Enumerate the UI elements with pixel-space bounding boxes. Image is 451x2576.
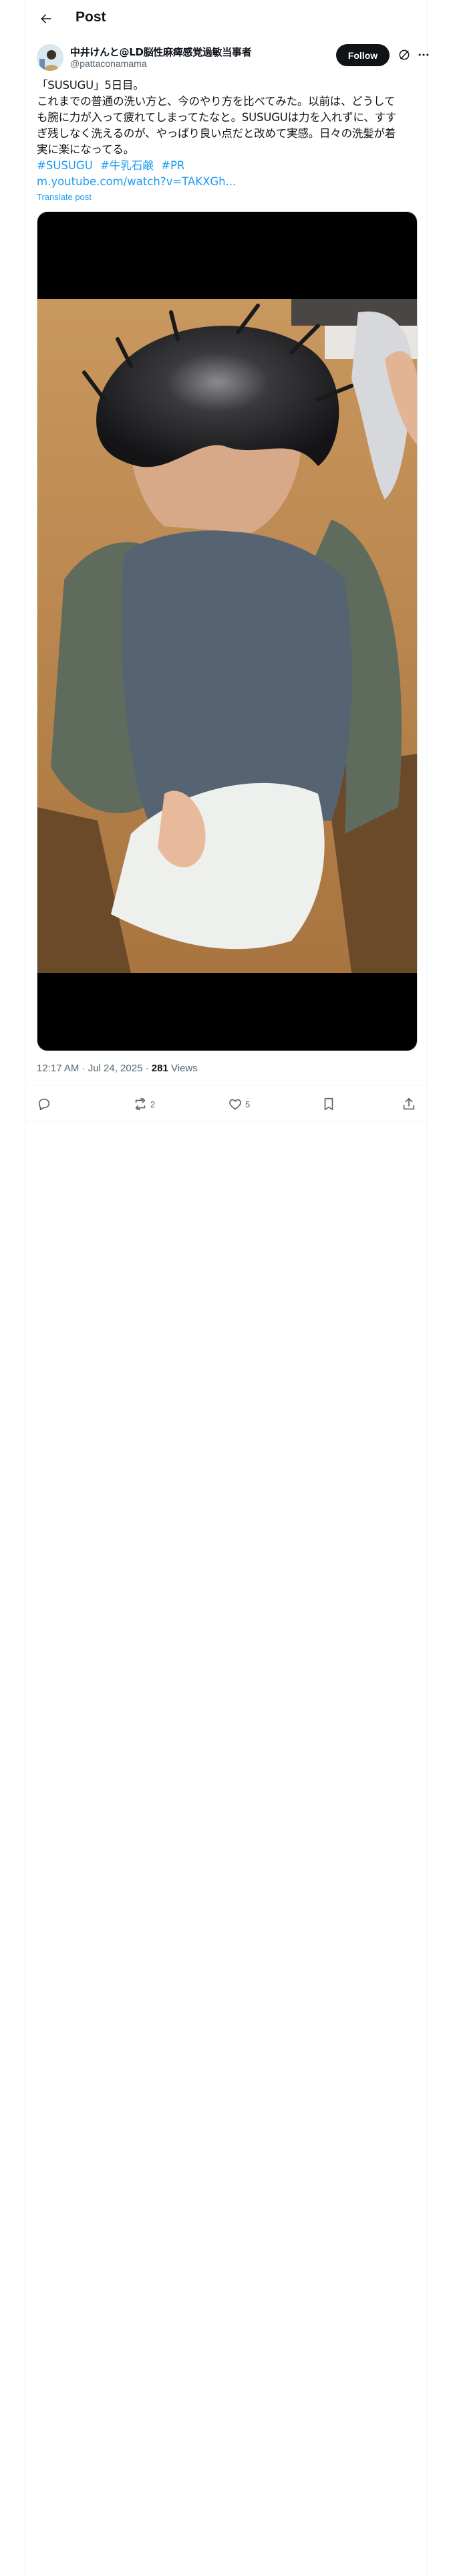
- hashtag-link[interactable]: #牛乳石鹸: [100, 159, 154, 172]
- tweet-line: 実に楽になってる。: [37, 143, 134, 156]
- action-bar: 2 5: [26, 1085, 427, 1122]
- grok-button[interactable]: [398, 48, 411, 62]
- like-count: 5: [245, 1099, 251, 1109]
- views-label: Views: [168, 1063, 198, 1074]
- bookmark-icon: [324, 1097, 333, 1111]
- repost-count: 2: [150, 1099, 156, 1109]
- back-button[interactable]: [34, 7, 58, 31]
- more-button[interactable]: [416, 48, 431, 62]
- tweet-line: 「SUSUGU」5日目。: [37, 79, 144, 92]
- hashtag-row: #SUSUGU #牛乳石鹸 #PR: [37, 158, 188, 174]
- repost-button[interactable]: 2: [133, 1096, 155, 1112]
- heart-icon: [229, 1099, 241, 1110]
- video-frame-image: [37, 299, 417, 973]
- hashtag-link[interactable]: #PR: [161, 159, 184, 172]
- avatar[interactable]: [37, 44, 63, 71]
- page-title: Post: [76, 9, 106, 25]
- like-button[interactable]: 5: [228, 1096, 250, 1112]
- hashtag-link[interactable]: #SUSUGU: [37, 159, 93, 172]
- repost-icon: [135, 1097, 146, 1111]
- bookmark-button[interactable]: [321, 1096, 336, 1112]
- main-column: Post 中井けんと@LD脳性麻痺感覚過敏当事者 @pattaconamama …: [25, 0, 431, 2576]
- video-player[interactable]: [37, 211, 418, 1051]
- arrow-left-icon: [41, 14, 51, 23]
- tweet-text: 「SUSUGU」5日目。 これまでの普通の洗い方と、今のやり方を比べてみた。以前…: [37, 78, 418, 158]
- reply-button[interactable]: [37, 1096, 54, 1112]
- top-bar: Post: [26, 0, 427, 37]
- avatar-image: [37, 44, 63, 71]
- video-frame: [37, 299, 417, 973]
- share-icon: [403, 1097, 415, 1110]
- post-meta: 12:17 AM · Jul 24, 2025 · 281 Views: [37, 1063, 198, 1074]
- more-dots-icon: [418, 53, 429, 56]
- grok-icon: [399, 49, 410, 60]
- share-button[interactable]: [402, 1096, 416, 1112]
- views-count: 281: [151, 1063, 168, 1074]
- post-timestamp[interactable]: 12:17 AM · Jul 24, 2025 ·: [37, 1063, 152, 1074]
- tweet-line: これまでの普通の洗い方と、今のやり方を比べてみた。以前は、どうして: [37, 95, 396, 108]
- author-name[interactable]: 中井けんと@LD脳性麻痺感覚過敏当事者: [70, 45, 252, 59]
- tweet-line: ぎ残しなく洗えるのが、やっぱり良い点だと改めて実感。日々の洗髪が着: [37, 127, 396, 140]
- author-handle[interactable]: @pattaconamama: [70, 58, 147, 69]
- youtube-link[interactable]: m.youtube.com/watch?v=TAKXGh...: [37, 174, 236, 190]
- follow-button[interactable]: Follow: [336, 44, 390, 66]
- translate-post-link[interactable]: Translate post: [37, 192, 92, 202]
- reply-icon: [38, 1098, 50, 1111]
- tweet-line: も腕に力が入って疲れてしまってたなと。SUSUGUは力を入れずに、すす: [37, 111, 397, 124]
